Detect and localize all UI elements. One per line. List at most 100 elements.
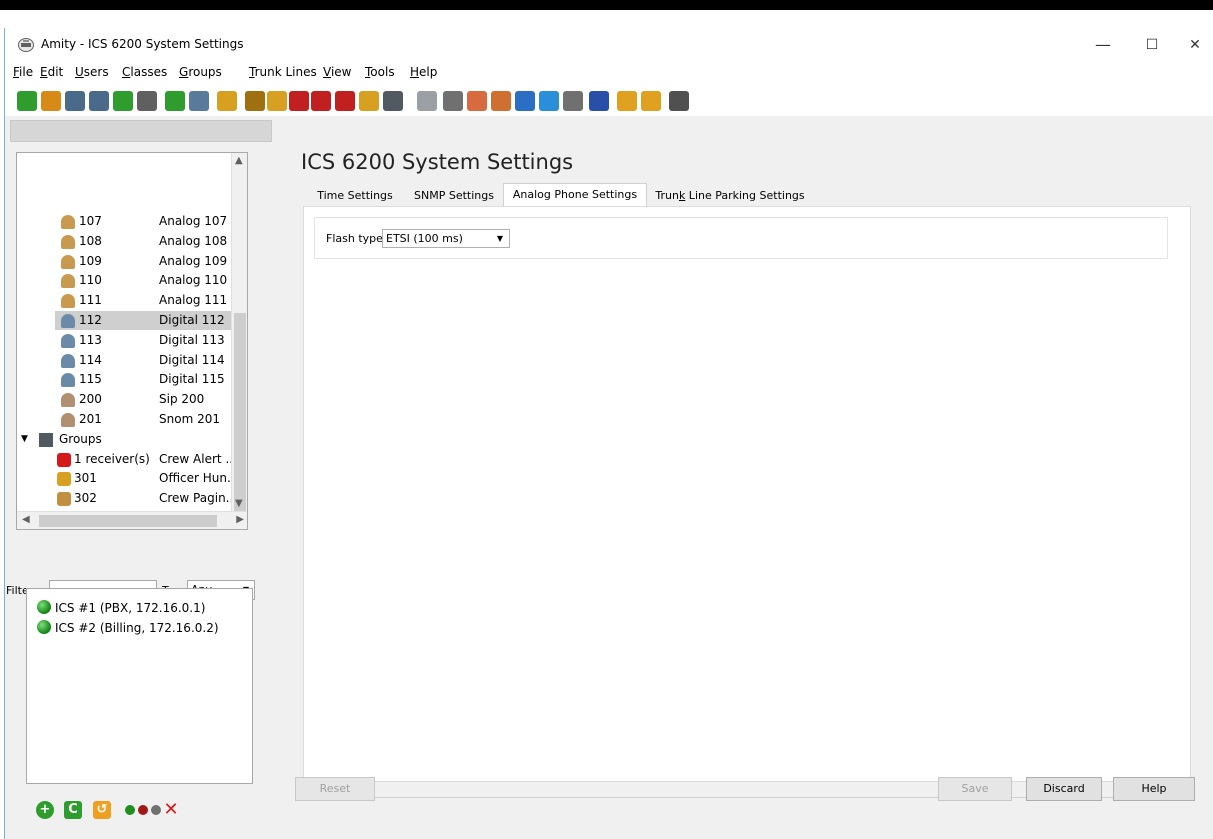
- tree-user-row[interactable]: 111 Analog 111: [17, 291, 243, 310]
- grey-status-dot-icon[interactable]: [151, 805, 161, 815]
- trunk-lines-icon[interactable]: [589, 91, 609, 111]
- menu-file[interactable]: File: [13, 65, 33, 79]
- tree-user-row[interactable]: 110 Analog 110: [17, 271, 243, 290]
- add-group-icon[interactable]: [217, 91, 237, 111]
- wizard-icon[interactable]: [417, 91, 437, 111]
- tree-user-number: 108: [79, 233, 102, 248]
- settings-gear-icon[interactable]: [443, 91, 463, 111]
- expand-chevron-icon[interactable]: ▼: [21, 430, 28, 449]
- tree-user-number: 107: [79, 214, 102, 228]
- add-users-icon[interactable]: [359, 91, 379, 111]
- upload-icon[interactable]: [539, 91, 559, 111]
- scroll-left-arrow-icon[interactable]: ◀: [22, 514, 30, 525]
- link-icon[interactable]: [515, 91, 535, 111]
- discard-button[interactable]: Discard: [1026, 777, 1102, 801]
- paging-icon: [57, 492, 71, 507]
- server-item[interactable]: ICS #2 (Billing, 172.16.0.2): [37, 619, 219, 637]
- help-button[interactable]: Help: [1113, 777, 1195, 801]
- tree-user-row[interactable]: 109 Analog 109: [17, 252, 243, 271]
- user-digital-icon: [61, 314, 75, 328]
- open-folder-icon[interactable]: [41, 91, 61, 111]
- flash-type-select[interactable]: ETSI (100 ms) ▼: [382, 229, 510, 248]
- tab-snmp-settings[interactable]: SNMP Settings: [407, 185, 501, 207]
- maximize-button[interactable]: ☐: [1132, 32, 1172, 58]
- menu-help[interactable]: Help: [410, 65, 437, 79]
- pickup-group-icon[interactable]: [267, 91, 287, 111]
- undo-icon[interactable]: ↺: [93, 801, 111, 819]
- remove-server-icon[interactable]: ✕: [162, 801, 180, 819]
- tree-user-row[interactable]: 115 Digital 115: [17, 370, 243, 389]
- tree-user-row[interactable]: 113 Digital 113: [17, 331, 243, 350]
- phone-icon[interactable]: [383, 91, 403, 111]
- tree-user-row[interactable]: 114 Digital 114: [17, 351, 243, 370]
- add-server-icon[interactable]: +: [36, 801, 54, 819]
- forward-arrow-icon[interactable]: [641, 91, 661, 111]
- user-digital-icon: [61, 353, 75, 368]
- menu-tools[interactable]: Tools: [365, 65, 395, 79]
- scroll-right-arrow-icon[interactable]: ▶: [236, 514, 244, 525]
- tree-node-groups[interactable]: ▼ Groups: [17, 430, 243, 449]
- save-icon[interactable]: [65, 91, 85, 111]
- settings-panel: Flash type ETSI (100 ms) ▼: [303, 206, 1191, 782]
- minimize-button[interactable]: —: [1083, 32, 1123, 58]
- tree-user-row[interactable]: 112 Digital 112: [55, 311, 243, 330]
- tree-horizontal-scrollbar[interactable]: ◀ ▶: [17, 511, 247, 529]
- tree-group-row[interactable]: 302 Crew Pagin...: [17, 489, 243, 508]
- tree-user-row[interactable]: 108 Analog 108: [17, 232, 243, 251]
- menu-label-rest: ools: [370, 65, 395, 79]
- menu-label-rest: iew: [330, 65, 352, 79]
- tree-user-name: Analog 111: [159, 293, 228, 308]
- server-item[interactable]: ICS #1 (PBX, 172.16.0.1): [37, 599, 205, 617]
- add-user-icon[interactable]: [165, 91, 185, 111]
- tree-group-row[interactable]: 1 receiver(s) Crew Alert ...: [17, 450, 243, 469]
- scroll-up-arrow-icon[interactable]: ▲: [235, 155, 243, 166]
- tree-group-row[interactable]: 301 Officer Hun...: [17, 469, 243, 488]
- tree-user-number: 114: [79, 352, 102, 367]
- reset-button[interactable]: Reset: [295, 777, 375, 801]
- tree-user-row[interactable]: 200 Sip 200: [17, 390, 243, 409]
- tree-user-row[interactable]: 107 Analog 107: [17, 212, 243, 231]
- menu-users[interactable]: Users: [75, 65, 109, 79]
- tab-trunk-line-parking-settings[interactable]: Trunk Line Parking Settings: [649, 185, 811, 207]
- user-analog-icon: [61, 234, 75, 249]
- navigation-tree[interactable]: 107 Analog 107 108 Analog 108 109 Analog 109 1…: [16, 152, 248, 530]
- conference-icon[interactable]: [491, 91, 511, 111]
- tree-header-strip: [10, 120, 272, 142]
- export-icon[interactable]: [113, 91, 133, 111]
- print-icon[interactable]: [137, 91, 157, 111]
- tree-vertical-scroll-thumb[interactable]: [234, 313, 246, 513]
- tree-user-row[interactable]: 201 Snom 201: [17, 410, 243, 429]
- new-icon[interactable]: [17, 91, 37, 111]
- save-as-icon[interactable]: [89, 91, 109, 111]
- menu-edit[interactable]: Edit: [40, 65, 63, 79]
- crew-alert-icon[interactable]: [335, 91, 355, 111]
- record-icon[interactable]: [467, 91, 487, 111]
- menu-view[interactable]: View: [323, 65, 351, 79]
- tab-analog-phone-settings[interactable]: Analog Phone Settings: [503, 183, 647, 207]
- scroll-down-arrow-icon[interactable]: ▼: [235, 498, 243, 509]
- tree-horizontal-scroll-thumb[interactable]: [39, 515, 217, 527]
- tab-time-settings[interactable]: Time Settings: [305, 185, 405, 207]
- green-status-dot-icon[interactable]: [125, 805, 135, 815]
- save-button[interactable]: Save: [938, 777, 1012, 801]
- menu-label-rest: roups: [188, 65, 222, 79]
- menu-trunk-lines[interactable]: Trunk Lines: [249, 65, 317, 79]
- tools-icon[interactable]: [563, 91, 583, 111]
- menu-access-key: G: [179, 65, 189, 79]
- tree-user-name: Analog 107: [159, 214, 228, 228]
- tree-vertical-scrollbar[interactable]: ▲ ▼: [231, 153, 247, 513]
- menu-classes[interactable]: Classes: [122, 65, 167, 79]
- menu-groups[interactable]: Groups: [179, 65, 222, 79]
- back-arrow-icon[interactable]: [617, 91, 637, 111]
- close-button[interactable]: ✕: [1175, 32, 1213, 58]
- red-status-dot-icon[interactable]: [138, 805, 148, 815]
- refresh-icon[interactable]: C: [64, 801, 82, 819]
- paging-icon[interactable]: [289, 91, 309, 111]
- add-paging-icon[interactable]: [311, 91, 331, 111]
- hunt-group-icon[interactable]: [245, 91, 265, 111]
- screen-top-bar: [0, 0, 1213, 10]
- user-card-icon[interactable]: [189, 91, 209, 111]
- tree-user-number: 115: [79, 372, 102, 387]
- server-list-icon[interactable]: [669, 91, 689, 111]
- title-bar: Amity - ICS 6200 System Settings — ☐ ✕: [5, 28, 1213, 62]
